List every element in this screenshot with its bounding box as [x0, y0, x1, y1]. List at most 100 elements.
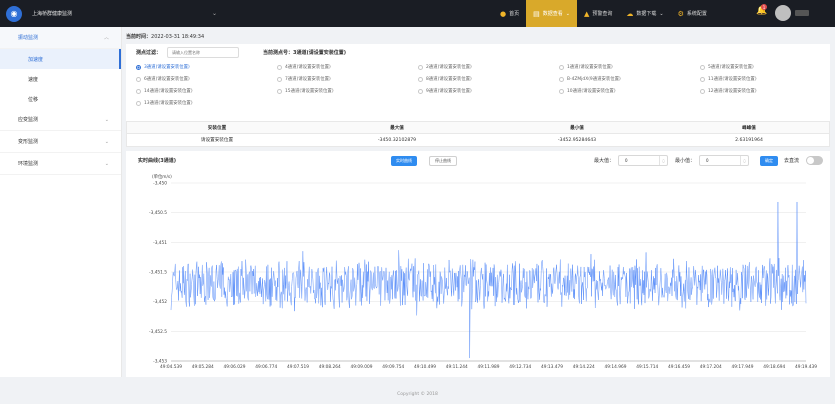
avatar[interactable] — [775, 5, 791, 21]
point-radio-12[interactable]: 9通道(请设置安装位置) — [418, 87, 559, 95]
radio-dot-icon[interactable] — [136, 76, 141, 82]
radio-dot-icon[interactable] — [418, 76, 423, 82]
radio-label: 14通道(请设置安装位置) — [144, 89, 193, 94]
point-radio-15[interactable]: 13通道(请设置安装位置) — [136, 99, 277, 107]
table-cell: -3452.95284643 — [557, 137, 597, 143]
x-tick-label: 49:09.009 — [351, 364, 373, 370]
chevron-down-icon: ⌄ — [104, 116, 109, 123]
point-radio-1[interactable]: 4通道(请设置安装位置) — [277, 63, 418, 71]
nav-data-view[interactable]: ▤ 数据查看 ⌄ — [526, 0, 577, 27]
x-tick-label: 49:07.519 — [287, 364, 309, 370]
table-header-cell: 最小值 — [570, 125, 584, 131]
nav-home[interactable]: ● 首页 — [493, 0, 526, 27]
min-value-input[interactable]: 0 ︿ ﹀ — [699, 155, 750, 166]
radio-dot-icon[interactable] — [418, 88, 423, 94]
sidebar-group-deformation[interactable]: 变形监测 ⌄ — [0, 131, 121, 153]
point-radio-2[interactable]: 2通道(请设置安装位置) — [418, 63, 559, 71]
point-radio-3[interactable]: 1通道(请设置安装位置) — [559, 63, 700, 71]
point-radio-6[interactable]: 7通道(请设置安装位置) — [277, 75, 418, 83]
realtime-curve-button[interactable]: 实时曲线 — [391, 156, 417, 166]
point-radio-0[interactable]: 3通道(请设置安装位置) — [136, 63, 277, 71]
radio-dot-icon[interactable] — [136, 100, 141, 106]
radio-dot-icon[interactable] — [136, 88, 141, 94]
nav-warning-label: 预警查询 — [592, 11, 613, 17]
nav-settings-label: 系统配置 — [686, 11, 707, 17]
sidebar-item-velocity[interactable]: 速度 — [0, 69, 121, 89]
radio-label: 10通道(请设置安装位置) — [567, 89, 616, 94]
logo-icon: ◉ — [6, 5, 22, 22]
point-radio-9[interactable]: 11通道(请设置安装位置) — [700, 75, 835, 83]
radio-dot-icon[interactable] — [277, 88, 282, 94]
stats-table: 安装位置 最大值 最小值 峰峰值 请设置安装位置 -3450.32102879 … — [126, 121, 830, 147]
radio-dot-icon[interactable] — [559, 88, 564, 94]
nav-download[interactable]: ☁ 数据下载 ⌄ — [619, 0, 670, 27]
radio-dot-icon[interactable] — [559, 64, 564, 70]
sidebar-group-label: 变形监测 — [18, 139, 39, 145]
spinner-down-icon[interactable]: ﹀ — [743, 161, 746, 165]
sidebar: 振动监测 ︿ 加速度 速度 位移 应变监测 ⌄ 变形监测 ⌄ 环境监测 ⌄ — [0, 27, 122, 377]
sidebar-item-acceleration[interactable]: 加速度 — [0, 49, 121, 69]
max-value-input[interactable]: 0 ︿ ﹀ — [618, 155, 669, 166]
sidebar-group-vibration[interactable]: 振动监测 ︿ — [0, 27, 121, 49]
point-radio-5[interactable]: 6通道(请设置安装位置) — [136, 75, 277, 83]
x-tick-label: 49:17.204 — [700, 364, 722, 370]
x-tick-label: 49:08.264 — [319, 364, 341, 370]
sidebar-item-displacement[interactable]: 位移 — [0, 89, 121, 109]
filter-input[interactable] — [167, 47, 240, 58]
x-tick-label: 49:17.949 — [732, 364, 754, 370]
top-nav: ● 首页 ▤ 数据查看 ⌄ ▲ 预警查询 ☁ 数据下载 ⌄ ⚙ 系统配置 — [493, 0, 714, 27]
spinner-down-icon[interactable]: ﹀ — [662, 161, 665, 165]
point-radio-11[interactable]: 15通道(请设置安装位置) — [277, 87, 418, 95]
spinner-icon[interactable]: ︿ ﹀ — [740, 156, 748, 165]
remove-dc-toggle[interactable] — [806, 156, 823, 165]
nav-settings[interactable]: ⚙ 系统配置 — [671, 0, 714, 27]
radio-label: 15通道(请设置安装位置) — [285, 89, 334, 94]
user-name-placeholder[interactable] — [795, 10, 809, 16]
radio-label: 2通道(请设置安装位置) — [426, 65, 472, 70]
home-icon: ● — [500, 9, 507, 18]
y-tick-label: -3,451.5 — [149, 270, 167, 276]
radio-dot-icon[interactable] — [277, 64, 282, 70]
radio-label: 13通道(请设置安装位置) — [144, 101, 193, 106]
stop-curve-button[interactable]: 停止曲线 — [429, 156, 457, 166]
point-radio-4[interactable]: 5通道(请设置安装位置) — [700, 63, 835, 71]
radio-dot-icon[interactable] — [559, 76, 564, 82]
max-value-control: 最大值： 0 ︿ ﹀ — [594, 155, 669, 166]
point-radio-8[interactable]: B-4ZMjdX(9通道安装位置) — [559, 75, 700, 83]
min-value-control: 最小值： 0 ︿ ﹀ — [675, 155, 750, 166]
radio-dot-icon[interactable] — [700, 64, 705, 70]
radio-label: 7通道(请设置安装位置) — [285, 77, 331, 82]
nav-warning[interactable]: ▲ 预警查询 — [577, 0, 619, 27]
point-radio-7[interactable]: 8通道(请设置安装位置) — [418, 75, 559, 83]
point-radio-10[interactable]: 14通道(请设置安装位置) — [136, 87, 277, 95]
radio-dot-icon[interactable] — [418, 64, 423, 70]
sidebar-group-environment[interactable]: 环境监测 ⌄ — [0, 153, 121, 175]
warning-icon: ▲ — [583, 9, 590, 18]
sidebar-group-strain[interactable]: 应变监测 ⌄ — [0, 109, 121, 131]
radio-dot-icon[interactable] — [700, 76, 705, 82]
x-tick-label: 49:06.029 — [224, 364, 246, 370]
chevron-up-icon: ︿ — [103, 35, 109, 41]
radio-dot-icon[interactable] — [700, 88, 705, 94]
x-tick-label: 49:14.969 — [605, 364, 627, 370]
x-tick-label: 49:15.714 — [636, 364, 658, 370]
spinner-icon[interactable]: ︿ ﹀ — [659, 156, 667, 165]
table-header-cell: 峰峰值 — [742, 125, 756, 131]
table-header-cell: 最大值 — [390, 125, 404, 131]
y-tick-label: -3,452 — [153, 299, 167, 305]
radio-dot-icon[interactable] — [277, 76, 282, 82]
radio-label: 4通道(请设置安装位置) — [285, 65, 331, 70]
chart-title: 实时曲线(3通道) — [138, 158, 177, 164]
app-title: 上海桥群健康监测 — [32, 11, 73, 17]
point-radio-13[interactable]: 10通道(请设置安装位置) — [559, 87, 700, 95]
radio-dot-icon[interactable] — [136, 64, 141, 70]
sidebar-group-label: 环境监测 — [18, 161, 39, 167]
table-cell: 请设置安装位置 — [200, 138, 234, 143]
top-bar: ◉ 上海桥群健康监测 ⌄ ● 首页 ▤ 数据查看 ⌄ ▲ 预警查询 ☁ 数据下载 ⌄ ⚙ 系统… — [0, 0, 835, 27]
confirm-button[interactable]: 确定 — [760, 156, 778, 166]
x-tick-label: 49:06.774 — [255, 364, 277, 370]
collapse-menu-icon[interactable]: ⌄ — [212, 10, 217, 17]
table-row: 请设置安装位置 -3450.32102879 -3452.95284643 2.… — [127, 134, 829, 146]
series-line — [170, 201, 807, 359]
point-radio-14[interactable]: 12通道(请设置安装位置) — [700, 87, 835, 95]
